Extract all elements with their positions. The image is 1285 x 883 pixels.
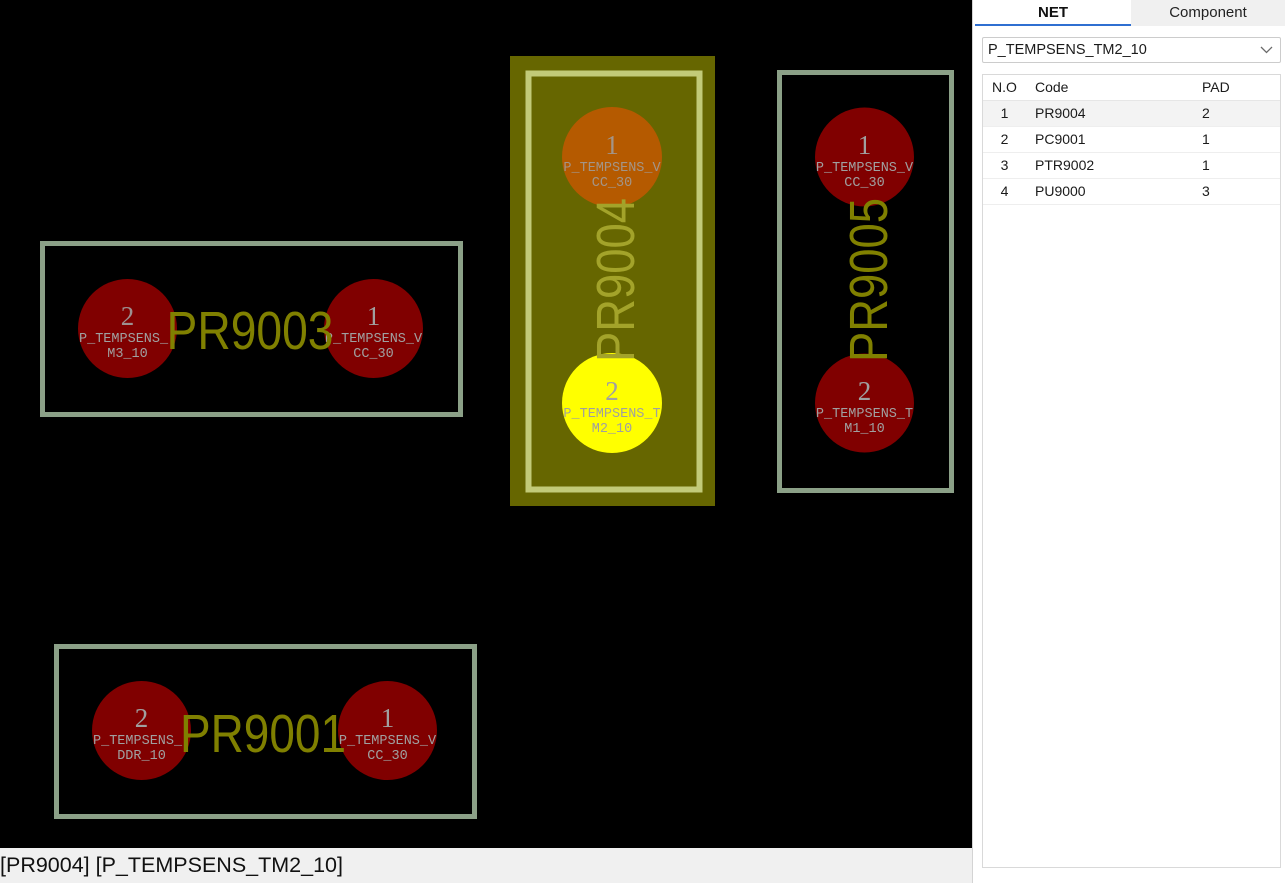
tab-net[interactable]: NET xyxy=(975,0,1131,26)
pad-2[interactable]: 2 P_TEMPSENS_T M2_10 xyxy=(562,353,662,453)
component-label: PR9001 xyxy=(180,704,346,764)
cell-code: PR9004 xyxy=(1035,105,1086,121)
table-header: N.O Code PAD xyxy=(983,75,1280,101)
pad-net-line: M2_10 xyxy=(592,422,633,437)
cell-no: 2 xyxy=(1000,131,1009,147)
cell-no: 4 xyxy=(1000,183,1009,199)
column-header-no[interactable]: N.O xyxy=(983,75,1026,100)
pad-2[interactable]: 2 P_TEMPSENS_T M1_10 xyxy=(815,353,914,453)
table-row[interactable]: 3 PTR9002 1 xyxy=(983,153,1280,179)
pad-2[interactable]: 2 P_TEMPSENS_ M3_10 xyxy=(78,279,177,378)
pad-net-line: DDR_10 xyxy=(117,749,166,764)
pad-net-line: P_TEMPSENS_T xyxy=(816,407,913,422)
tab-component[interactable]: Component xyxy=(1131,0,1285,26)
pad-net-line: M1_10 xyxy=(844,422,885,437)
column-header-code[interactable]: Code xyxy=(1026,75,1193,100)
pad-1[interactable]: 1 P_TEMPSENS_V CC_30 xyxy=(562,107,662,207)
pad-net-line: CC_30 xyxy=(367,749,408,764)
pad-2[interactable]: 2 P_TEMPSENS_ DDR_10 xyxy=(92,681,191,780)
pad-number: 2 xyxy=(135,703,149,733)
pad-net-line: M3_10 xyxy=(107,347,148,362)
pcb-canvas[interactable]: 2 P_TEMPSENS_ M3_10 1 P_TEMPSENS_V CC_30… xyxy=(0,0,972,848)
pad-1[interactable]: 1 P_TEMPSENS_V CC_30 xyxy=(338,681,437,780)
cell-pad: 3 xyxy=(1202,183,1210,199)
pad-number: 1 xyxy=(858,130,872,160)
pad-net-line: P_TEMPSENS_V xyxy=(339,734,437,749)
pad-number: 2 xyxy=(121,301,135,331)
column-header-pad[interactable]: PAD xyxy=(1193,75,1280,100)
cell-pad: 2 xyxy=(1202,105,1210,121)
pad-net-line: P_TEMPSENS_V xyxy=(816,161,914,176)
component-pr9004[interactable]: 1 P_TEMPSENS_V CC_30 2 P_TEMPSENS_T M2_1… xyxy=(510,56,715,506)
component-label: PR9003 xyxy=(167,301,334,361)
net-select[interactable]: P_TEMPSENS_TM2_10 xyxy=(982,37,1281,63)
pad-number: 1 xyxy=(381,703,395,733)
cell-code: PU9000 xyxy=(1035,183,1086,199)
pad-1[interactable]: 1 P_TEMPSENS_V CC_30 xyxy=(324,279,423,378)
pad-net-line: CC_30 xyxy=(844,176,885,191)
status-bar: [PR9004] [P_TEMPSENS_TM2_10] xyxy=(0,848,972,883)
chevron-down-icon[interactable] xyxy=(1260,46,1273,54)
table-row[interactable]: 2 PC9001 1 xyxy=(983,127,1280,153)
panel-tabs: NET Component xyxy=(975,0,1285,26)
pad-number: 1 xyxy=(605,130,619,160)
pad-net-line: CC_30 xyxy=(592,176,633,191)
net-select-value: P_TEMPSENS_TM2_10 xyxy=(988,42,1147,58)
pad-number: 2 xyxy=(605,376,619,406)
component-label: PR9004 xyxy=(586,198,646,362)
cell-no: 1 xyxy=(1000,105,1009,121)
pad-number: 2 xyxy=(858,376,872,406)
pad-net-line: P_TEMPSENS_ xyxy=(79,332,169,347)
status-text: [PR9004] [P_TEMPSENS_TM2_10] xyxy=(0,853,343,877)
table-row[interactable]: 4 PU9000 3 xyxy=(983,179,1280,205)
pad-1[interactable]: 1 P_TEMPSENS_V CC_30 xyxy=(815,107,914,207)
cell-pad: 1 xyxy=(1202,157,1210,173)
cell-pad: 1 xyxy=(1202,131,1210,147)
cell-no: 3 xyxy=(1000,157,1009,173)
net-panel: NET Component P_TEMPSENS_TM2_10 N.O Code… xyxy=(972,0,1285,883)
pad-net-line: P_TEMPSENS_T xyxy=(563,407,660,422)
net-table: N.O Code PAD 1 PR9004 2 2 PC9001 1 3 PTR… xyxy=(982,74,1281,868)
pad-net-line: CC_30 xyxy=(353,347,394,362)
pad-net-line: P_TEMPSENS_ xyxy=(93,734,183,749)
table-row[interactable]: 1 PR9004 2 xyxy=(983,101,1280,127)
pad-net-line: P_TEMPSENS_V xyxy=(325,332,423,347)
pad-net-line: P_TEMPSENS_V xyxy=(563,161,661,176)
cell-code: PC9001 xyxy=(1035,131,1086,147)
pad-number: 1 xyxy=(367,301,381,331)
cell-code: PTR9002 xyxy=(1035,157,1095,173)
component-label: PR9005 xyxy=(839,198,899,362)
